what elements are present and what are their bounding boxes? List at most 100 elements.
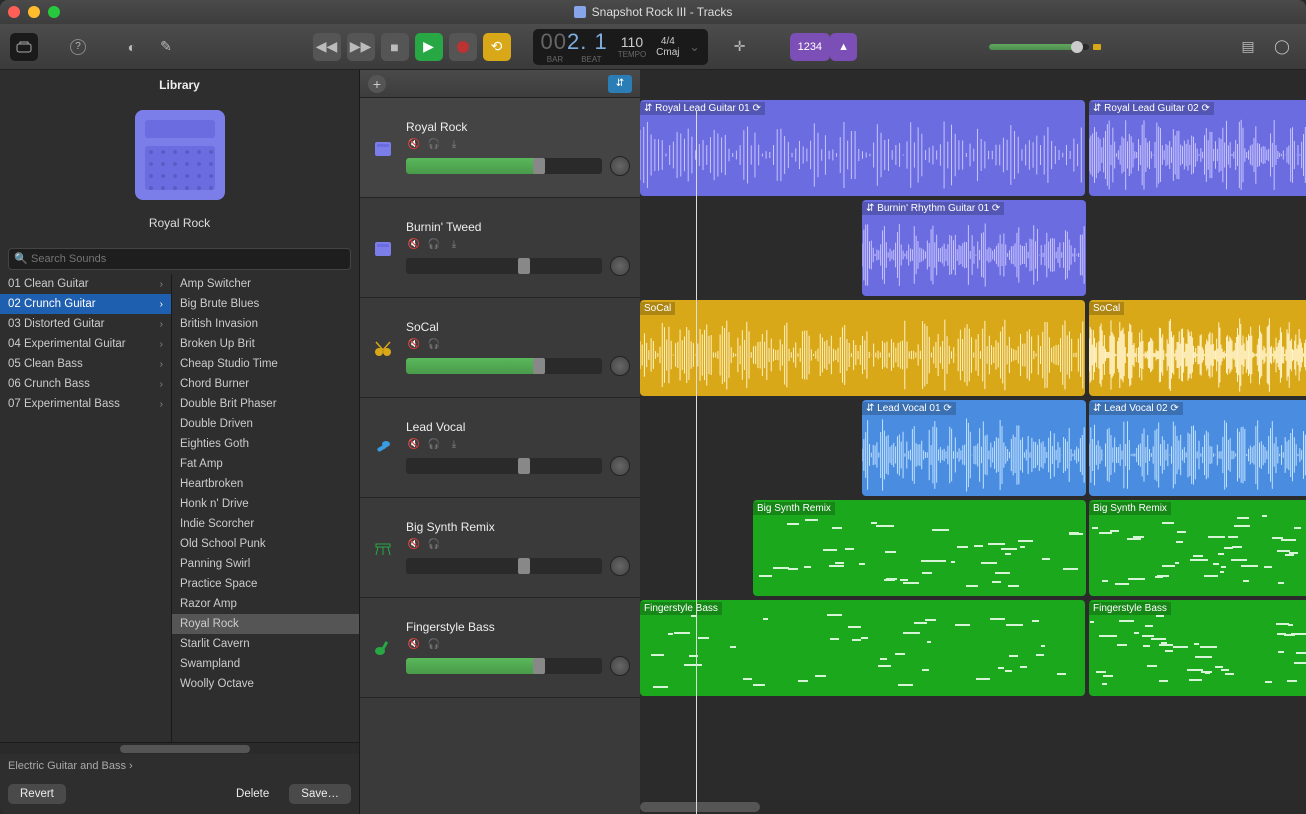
category-item[interactable]: 03 Distorted Guitar› — [0, 314, 171, 334]
headphones-button[interactable]: 🎧 — [426, 638, 442, 652]
mute-button[interactable]: 🔇 — [406, 438, 422, 452]
lock-button[interactable]: ⤓ — [446, 438, 462, 452]
category-item[interactable]: 06 Crunch Bass› — [0, 374, 171, 394]
preset-item[interactable]: Cheap Studio Time — [172, 354, 359, 374]
track-pan-knob[interactable] — [610, 256, 630, 276]
metronome-button[interactable]: ▲ — [830, 33, 857, 61]
preset-item[interactable]: British Invasion — [172, 314, 359, 334]
track-lane[interactable]: ⇵ Burnin' Rhythm Guitar 01 ⟳ — [640, 198, 1306, 298]
lcd-display[interactable]: 002. 1 BAR BEAT 110 TEMPO 4/4 Cmaj ⌄ — [533, 29, 708, 65]
region[interactable]: Fingerstyle Bass — [640, 600, 1085, 696]
record-button[interactable] — [449, 33, 477, 61]
preset-item[interactable]: Amp Switcher — [172, 274, 359, 294]
track-header[interactable]: Big Synth Remix 🔇 🎧 — [360, 498, 640, 598]
headphones-button[interactable]: 🎧 — [426, 538, 442, 552]
lock-button[interactable]: ⤓ — [446, 138, 462, 152]
master-volume-slider[interactable] — [989, 44, 1089, 50]
track-lane[interactable]: Fingerstyle BassFingerstyle Bass — [640, 598, 1306, 698]
region[interactable]: Big Synth Remix — [1089, 500, 1306, 596]
headphones-button[interactable]: 🎧 — [426, 338, 442, 352]
add-track-button[interactable]: + — [368, 75, 386, 93]
region[interactable]: ⇵ Royal Lead Guitar 02 ⟳ — [1089, 100, 1306, 196]
track-lane[interactable]: ⇵ Lead Vocal 01 ⟳⇵ Lead Vocal 02 ⟳ — [640, 398, 1306, 498]
master-volume-thumb[interactable] — [1071, 41, 1083, 53]
lcd-key[interactable]: Cmaj — [656, 47, 679, 58]
track-lane[interactable]: Big Synth RemixBig Synth Remix — [640, 498, 1306, 598]
headphones-button[interactable]: 🎧 — [426, 238, 442, 252]
count-in-button[interactable]: 1234 — [790, 33, 830, 61]
cycle-button[interactable]: ⟲ — [483, 33, 511, 61]
revert-button[interactable]: Revert — [8, 784, 66, 804]
play-button[interactable]: ▶ — [415, 33, 443, 61]
lock-button[interactable]: ⤓ — [446, 238, 462, 252]
preset-item[interactable]: Double Driven — [172, 414, 359, 434]
track-pan-knob[interactable] — [610, 356, 630, 376]
category-item[interactable]: 02 Crunch Guitar› — [0, 294, 171, 314]
region[interactable]: ⇵ Royal Lead Guitar 01 ⟳ — [640, 100, 1085, 196]
track-volume-slider[interactable] — [406, 158, 602, 174]
forward-button[interactable]: ▶▶ — [347, 33, 375, 61]
track-header[interactable]: Burnin' Tweed 🔇 🎧 ⤓ — [360, 198, 640, 298]
category-item[interactable]: 07 Experimental Bass› — [0, 394, 171, 414]
mute-button[interactable]: 🔇 — [406, 338, 422, 352]
lcd-tempo[interactable]: 110 — [621, 34, 643, 50]
notepad-button[interactable]: ▤ — [1234, 33, 1262, 61]
region[interactable]: Big Synth Remix — [753, 500, 1086, 596]
tuner-button[interactable]: ✛ — [726, 33, 754, 61]
track-header[interactable]: Lead Vocal 🔇 🎧 ⤓ — [360, 398, 640, 498]
region[interactable]: Fingerstyle Bass — [1089, 600, 1306, 696]
category-column[interactable]: 01 Clean Guitar›02 Crunch Guitar›03 Dist… — [0, 274, 172, 742]
preset-item[interactable]: Eighties Goth — [172, 434, 359, 454]
preset-item[interactable]: Woolly Octave — [172, 674, 359, 694]
region[interactable]: SoCal — [640, 300, 1085, 396]
mute-button[interactable]: 🔇 — [406, 538, 422, 552]
track-lane[interactable]: ⇵ Royal Lead Guitar 01 ⟳⇵ Royal Lead Gui… — [640, 98, 1306, 198]
loops-button[interactable]: ◯ — [1268, 33, 1296, 61]
track-pan-knob[interactable] — [610, 656, 630, 676]
preset-item[interactable]: Panning Swirl — [172, 554, 359, 574]
mute-button[interactable]: 🔇 — [406, 238, 422, 252]
delete-button[interactable]: Delete — [224, 784, 281, 804]
track-header[interactable]: SoCal 🔇 🎧 — [360, 298, 640, 398]
preset-item[interactable]: Royal Rock — [172, 614, 359, 634]
mute-button[interactable]: 🔇 — [406, 638, 422, 652]
library-breadcrumb[interactable]: Electric Guitar and Bass › — [0, 754, 359, 778]
preset-item[interactable]: Starlit Cavern — [172, 634, 359, 654]
headphones-button[interactable]: 🎧 — [426, 138, 442, 152]
track-volume-slider[interactable] — [406, 358, 602, 374]
lcd-timesig[interactable]: 4/4 — [661, 36, 675, 47]
preset-item[interactable]: Indie Scorcher — [172, 514, 359, 534]
track-volume-thumb[interactable] — [518, 258, 530, 274]
track-volume-thumb[interactable] — [533, 158, 545, 174]
track-pan-knob[interactable] — [610, 556, 630, 576]
library-toggle-button[interactable] — [10, 33, 38, 61]
lcd-dropdown-icon[interactable]: ⌄ — [690, 40, 700, 54]
track-pan-knob[interactable] — [610, 156, 630, 176]
track-volume-thumb[interactable] — [533, 358, 545, 374]
headphones-button[interactable]: 🎧 — [426, 438, 442, 452]
track-header-menu-button[interactable]: ⇵ — [608, 75, 632, 93]
track-header[interactable]: Royal Rock 🔇 🎧 ⤓ — [360, 98, 640, 198]
track-volume-slider[interactable] — [406, 658, 602, 674]
quick-help-button[interactable]: ? — [64, 33, 92, 61]
track-pan-knob[interactable] — [610, 456, 630, 476]
track-volume-thumb[interactable] — [518, 558, 530, 574]
preset-item[interactable]: Double Brit Phaser — [172, 394, 359, 414]
track-volume-slider[interactable] — [406, 458, 602, 474]
preset-item[interactable]: Broken Up Brit — [172, 334, 359, 354]
timeline[interactable]: ⇵ Royal Lead Guitar 01 ⟳⇵ Royal Lead Gui… — [640, 98, 1306, 814]
preset-item[interactable]: Fat Amp — [172, 454, 359, 474]
preset-item[interactable]: Swampland — [172, 654, 359, 674]
preset-column[interactable]: Amp SwitcherBig Brute BluesBritish Invas… — [172, 274, 359, 742]
track-volume-slider[interactable] — [406, 258, 602, 274]
preset-item[interactable]: Old School Punk — [172, 534, 359, 554]
library-hscroll[interactable] — [0, 742, 359, 754]
preset-item[interactable]: Big Brute Blues — [172, 294, 359, 314]
region[interactable]: ⇵ Burnin' Rhythm Guitar 01 ⟳ — [862, 200, 1086, 296]
smart-controls-button[interactable]: ◐ — [118, 33, 146, 61]
preset-item[interactable]: Practice Space — [172, 574, 359, 594]
regions-area[interactable]: ⇵ Royal Lead Guitar 01 ⟳⇵ Royal Lead Gui… — [640, 98, 1306, 800]
stop-button[interactable]: ■ — [381, 33, 409, 61]
mute-button[interactable]: 🔇 — [406, 138, 422, 152]
editors-button[interactable]: ✎ — [152, 33, 180, 61]
